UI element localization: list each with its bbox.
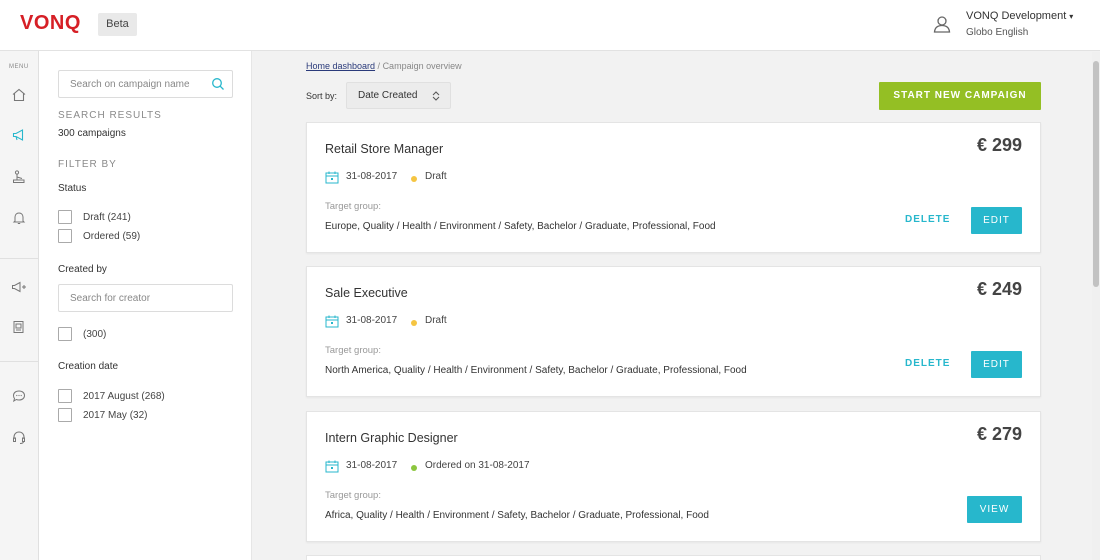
delete-button[interactable]: DELETE bbox=[905, 214, 950, 225]
megaphone-add-icon[interactable] bbox=[11, 279, 27, 295]
sort-value: Date Created bbox=[358, 90, 418, 101]
top-bar: VONQ Beta VONQ Development ▾ Globo Englis… bbox=[0, 0, 1100, 51]
joystick-icon[interactable] bbox=[11, 169, 27, 185]
breadcrumb-home-link[interactable]: Home dashboard bbox=[306, 61, 375, 71]
menu-label: MENU bbox=[9, 64, 29, 70]
campaign-title[interactable]: Sale Executive bbox=[325, 286, 408, 300]
calendar-icon bbox=[325, 315, 339, 328]
user-menu[interactable]: VONQ Development ▾ bbox=[966, 10, 1073, 22]
sort-label: Sort by: bbox=[306, 91, 338, 101]
status-option-draft[interactable]: Draft (241) bbox=[58, 210, 131, 224]
checkbox-label: 2017 August (268) bbox=[83, 390, 165, 402]
headset-icon[interactable] bbox=[11, 429, 27, 445]
chevron-down-icon: ▾ bbox=[1069, 12, 1074, 21]
checkbox-label: 2017 May (32) bbox=[83, 409, 148, 421]
calendar-icon bbox=[325, 460, 339, 473]
breadcrumb-separator: / bbox=[375, 61, 383, 71]
user-icon[interactable] bbox=[932, 14, 952, 34]
campaign-title[interactable]: Retail Store Manager bbox=[325, 142, 443, 156]
edit-button[interactable]: EDIT bbox=[971, 207, 1022, 234]
sort-select[interactable]: Date Created bbox=[346, 82, 451, 109]
search-icon[interactable] bbox=[211, 77, 225, 91]
campaign-status: Draft bbox=[425, 171, 447, 182]
results-count: 300 campaigns bbox=[58, 128, 126, 139]
campaign-search-input[interactable] bbox=[59, 71, 209, 97]
creator-option[interactable]: (300) bbox=[58, 327, 106, 341]
creator-search[interactable] bbox=[58, 284, 233, 312]
checkbox[interactable] bbox=[58, 210, 72, 224]
sort-chevron-icon bbox=[432, 91, 440, 101]
target-group-label: Target group: bbox=[325, 490, 381, 501]
created-by-filter-label: Created by bbox=[58, 264, 107, 275]
breadcrumb: Home dashboard / Campaign overview bbox=[306, 61, 462, 71]
chat-icon[interactable] bbox=[11, 388, 27, 404]
creator-search-input[interactable] bbox=[59, 285, 232, 311]
status-dot bbox=[411, 176, 417, 182]
scrollbar[interactable] bbox=[1092, 52, 1100, 560]
target-group-value: North America, Quality / Health / Enviro… bbox=[325, 365, 747, 376]
campaign-search[interactable] bbox=[58, 70, 233, 98]
campaign-card: Retail Store Manager € 299 31-08-2017 Dr… bbox=[306, 122, 1041, 253]
checkbox[interactable] bbox=[58, 408, 72, 422]
checkbox[interactable] bbox=[58, 389, 72, 403]
scrollbar-thumb[interactable] bbox=[1093, 61, 1099, 287]
start-new-campaign-button[interactable]: START NEW CAMPAIGN bbox=[879, 82, 1041, 110]
checkbox-label: Draft (241) bbox=[83, 211, 131, 223]
breadcrumb-current: Campaign overview bbox=[382, 61, 462, 71]
filter-by-label: FILTER BY bbox=[58, 159, 117, 170]
status-option-ordered[interactable]: Ordered (59) bbox=[58, 229, 140, 243]
edit-button[interactable]: EDIT bbox=[971, 351, 1022, 378]
target-group-value: Europe, Quality / Health / Environment /… bbox=[325, 221, 716, 232]
home-icon[interactable] bbox=[11, 87, 27, 103]
rail-divider bbox=[0, 361, 39, 362]
target-group-label: Target group: bbox=[325, 201, 381, 212]
campaign-price: € 249 bbox=[976, 279, 1022, 299]
campaign-date: 31-08-2017 bbox=[346, 315, 398, 326]
view-button[interactable]: VIEW bbox=[967, 496, 1022, 523]
status-dot bbox=[411, 465, 417, 471]
filter-sidebar: SEARCH RESULTS 300 campaigns FILTER BY S… bbox=[39, 51, 252, 560]
campaign-date: 31-08-2017 bbox=[346, 460, 398, 471]
bell-icon[interactable] bbox=[11, 210, 27, 226]
checkbox-label: (300) bbox=[83, 328, 107, 340]
target-group-value: Africa, Quality / Health / Environment /… bbox=[325, 510, 709, 521]
user-organization: Globo English bbox=[966, 27, 1029, 38]
delete-button[interactable]: DELETE bbox=[905, 358, 950, 369]
user-name: VONQ Development bbox=[966, 10, 1067, 22]
campaign-price: € 279 bbox=[976, 424, 1022, 444]
campaign-date: 31-08-2017 bbox=[346, 171, 398, 182]
campaign-price: € 299 bbox=[976, 135, 1022, 155]
status-dot bbox=[411, 320, 417, 326]
checkbox[interactable] bbox=[58, 229, 72, 243]
calendar-icon bbox=[325, 171, 339, 184]
date-option-august[interactable]: 2017 August (268) bbox=[58, 389, 165, 403]
rail-divider bbox=[0, 258, 39, 259]
icon-rail: MENU bbox=[0, 51, 39, 560]
status-filter-label: Status bbox=[58, 183, 87, 194]
search-results-label: SEARCH RESULTS bbox=[58, 110, 162, 121]
date-option-may[interactable]: 2017 May (32) bbox=[58, 408, 147, 422]
creation-date-filter-label: Creation date bbox=[58, 361, 119, 372]
beta-badge: Beta bbox=[98, 13, 137, 36]
campaign-status: Draft bbox=[425, 315, 447, 326]
campaign-card bbox=[306, 555, 1041, 560]
checkbox[interactable] bbox=[58, 327, 72, 341]
campaign-card: Intern Graphic Designer € 279 31-08-2017… bbox=[306, 411, 1041, 542]
target-group-label: Target group: bbox=[325, 345, 381, 356]
megaphone-icon[interactable] bbox=[11, 127, 27, 143]
campaign-title[interactable]: Intern Graphic Designer bbox=[325, 431, 458, 445]
vonq-logo[interactable]: VONQ bbox=[20, 12, 81, 35]
checkbox-label: Ordered (59) bbox=[83, 230, 141, 242]
document-image-icon[interactable] bbox=[11, 319, 27, 335]
campaign-status: Ordered on 31-08-2017 bbox=[425, 460, 530, 471]
campaign-card: Sale Executive € 249 31-08-2017 Draft Ta… bbox=[306, 266, 1041, 397]
